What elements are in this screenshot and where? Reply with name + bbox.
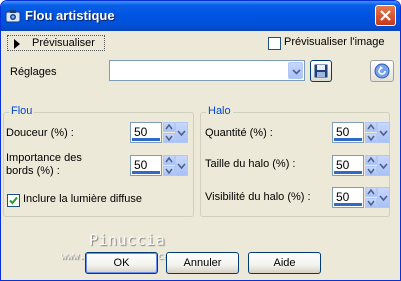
watermark-name: Pinuccia (89, 231, 166, 249)
importance-down-button[interactable] (163, 166, 175, 176)
arrow-down-icon (165, 168, 173, 175)
importance-value: 50 (134, 158, 148, 172)
reset-arrow-icon (374, 63, 390, 79)
visibilite-label: Visibilité du halo (%) : (205, 191, 311, 203)
help-button[interactable]: Aide (248, 252, 321, 274)
quantite-label: Quantité (%) : (205, 127, 273, 139)
flou-group: Flou Douceur (%) : 50 Importance des bor… (3, 105, 194, 217)
arrow-up-icon (165, 156, 173, 163)
douceur-up-button[interactable] (163, 122, 175, 132)
app-camera-icon (5, 8, 21, 24)
preview-button[interactable]: Prévisualiser (7, 35, 105, 51)
taille-label: Taille du halo (%) : (205, 158, 296, 170)
chevron-down-icon (379, 130, 388, 137)
diffuse-light-label: Inclure la lumière diffuse (23, 193, 143, 205)
quantite-level-bar (334, 138, 362, 141)
douceur-input[interactable]: 50 (130, 122, 162, 143)
douceur-dropdown-button[interactable] (175, 122, 188, 143)
douceur-label: Douceur (%) : (6, 127, 74, 139)
quantite-value: 50 (336, 125, 350, 139)
importance-dropdown-button[interactable] (175, 155, 188, 176)
flou-artistique-dialog: Flou artistique Prévisualiser Prévisuali… (0, 0, 401, 281)
douceur-down-button[interactable] (163, 133, 175, 143)
settings-dropdown[interactable] (109, 60, 305, 81)
visibilite-spinner[interactable]: 50 (332, 187, 390, 208)
visibilite-down-button[interactable] (365, 198, 377, 208)
title-bar[interactable]: Flou artistique (1, 1, 400, 31)
importance-input[interactable]: 50 (130, 155, 162, 176)
arrow-down-icon (367, 168, 375, 175)
importance-label-line1: Importance des (6, 152, 82, 164)
taille-up-button[interactable] (365, 155, 377, 165)
quantite-dropdown-button[interactable] (377, 122, 390, 143)
taille-level-bar (334, 171, 362, 174)
preview-image-checkbox[interactable] (268, 37, 281, 50)
arrow-down-icon (165, 135, 173, 142)
arrow-up-icon (367, 188, 375, 195)
close-icon (380, 10, 391, 21)
preview-button-label: Prévisualiser (32, 37, 95, 49)
settings-label: Réglages (10, 66, 57, 78)
cancel-button[interactable]: Annuler (166, 252, 239, 274)
douceur-value: 50 (134, 125, 148, 139)
quantite-input[interactable]: 50 (332, 122, 364, 143)
visibilite-dropdown-button[interactable] (377, 187, 390, 208)
arrow-up-icon (367, 123, 375, 130)
visibilite-up-button[interactable] (365, 187, 377, 197)
arrow-up-icon (165, 123, 173, 130)
douceur-level-bar (132, 138, 160, 141)
visibilite-level-bar (334, 203, 362, 206)
importance-level-bar (132, 171, 160, 174)
close-button[interactable] (375, 5, 396, 26)
halo-group: Halo Quantité (%) : 50 Taille du halo (%… (200, 105, 390, 217)
douceur-spinner[interactable]: 50 (130, 122, 188, 143)
importance-label: Importance des bords (%) : (6, 152, 82, 178)
chevron-down-icon (177, 163, 186, 170)
halo-group-title: Halo (206, 105, 233, 117)
importance-up-button[interactable] (163, 155, 175, 165)
quantite-spinner[interactable]: 50 (332, 122, 390, 143)
chevron-down-icon (292, 69, 301, 75)
quantite-down-button[interactable] (365, 133, 377, 143)
window-title: Flou artistique (25, 8, 115, 23)
taille-input[interactable]: 50 (332, 155, 364, 176)
visibilite-value: 50 (336, 190, 350, 204)
arrow-up-icon (367, 156, 375, 163)
settings-dropdown-arrow[interactable] (288, 62, 303, 79)
arrow-down-icon (367, 135, 375, 142)
quantite-up-button[interactable] (365, 122, 377, 132)
play-triangle-icon (14, 39, 20, 49)
checkmark-icon (9, 196, 18, 205)
chevron-down-icon (379, 195, 388, 202)
reset-settings-button[interactable] (370, 60, 394, 82)
taille-value: 50 (336, 158, 350, 172)
chevron-down-icon (379, 163, 388, 170)
importance-label-line2: bords (%) : (6, 165, 60, 177)
taille-spinner[interactable]: 50 (332, 155, 390, 176)
taille-dropdown-button[interactable] (377, 155, 390, 176)
visibilite-input[interactable]: 50 (332, 187, 364, 208)
preview-image-label: Prévisualiser l'image (284, 36, 385, 48)
flou-group-title: Flou (9, 105, 35, 117)
importance-spinner[interactable]: 50 (130, 155, 188, 176)
arrow-down-icon (367, 200, 375, 207)
save-settings-button[interactable] (310, 60, 332, 82)
diffuse-light-checkbox[interactable] (7, 194, 20, 207)
chevron-down-icon (177, 130, 186, 137)
floppy-disk-icon (314, 64, 328, 78)
ok-button[interactable]: OK (85, 252, 158, 274)
taille-down-button[interactable] (365, 166, 377, 176)
